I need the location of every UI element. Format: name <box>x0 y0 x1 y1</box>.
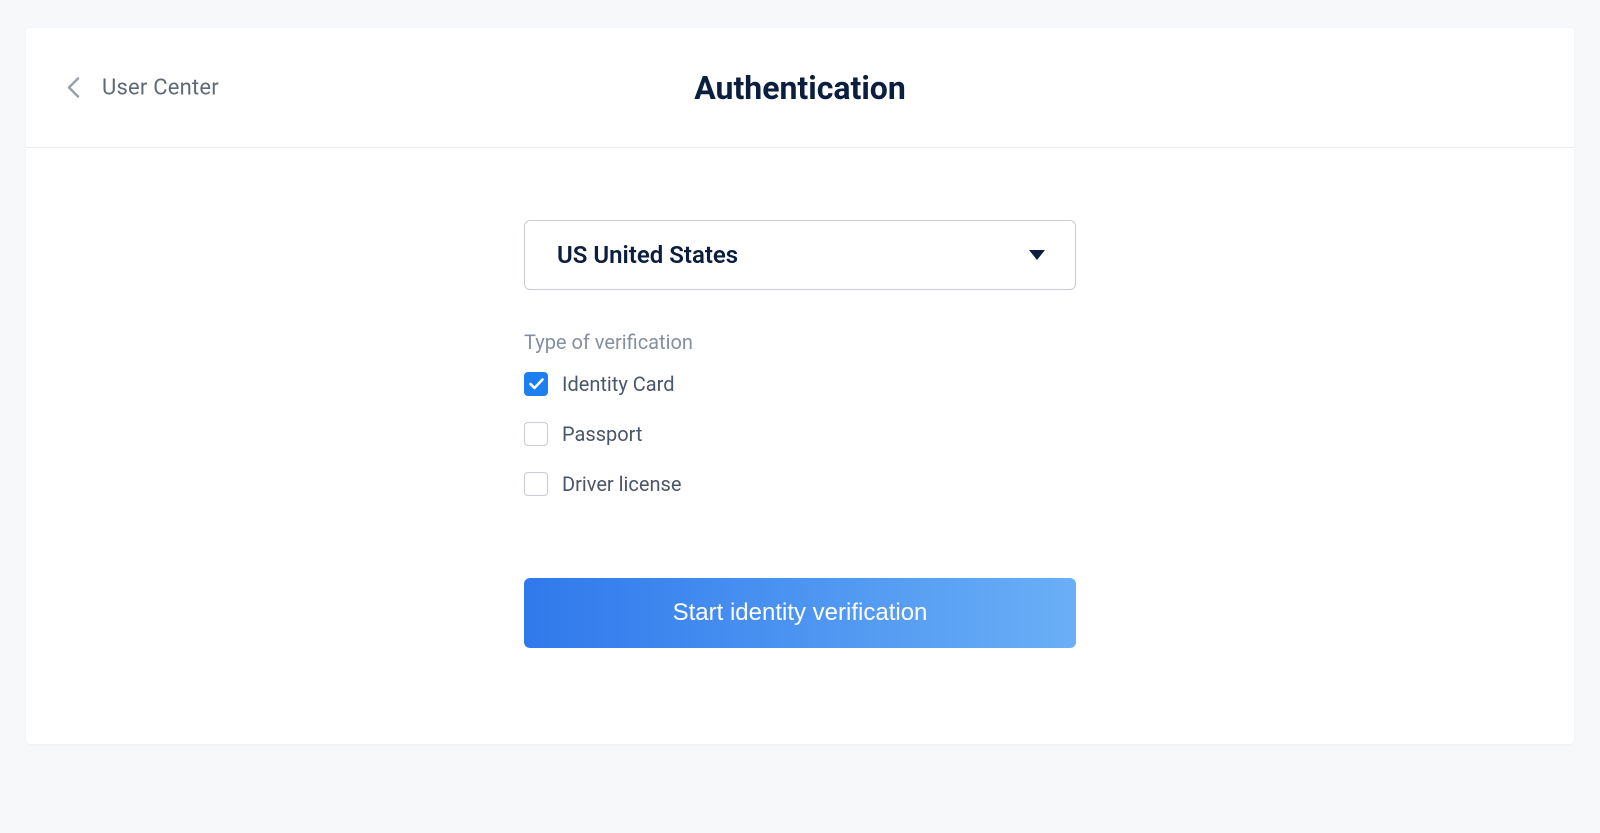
checkbox-identity-card[interactable] <box>524 372 548 396</box>
check-icon <box>529 378 544 390</box>
option-passport[interactable]: Passport <box>524 422 1076 446</box>
page-header: User Center Authentication <box>26 28 1574 148</box>
start-verification-button[interactable]: Start identity verification <box>524 578 1076 648</box>
option-label: Driver license <box>562 472 681 496</box>
option-label: Identity Card <box>562 372 675 396</box>
option-label: Passport <box>562 422 642 446</box>
checkbox-driver-license[interactable] <box>524 472 548 496</box>
page-title: Authentication <box>694 69 906 107</box>
option-driver-license[interactable]: Driver license <box>524 472 1076 496</box>
authentication-form: US United States Type of verification Id… <box>524 220 1076 648</box>
authentication-card: User Center Authentication US United Sta… <box>26 28 1574 744</box>
country-select[interactable]: US United States <box>524 220 1076 290</box>
verification-type-label: Type of verification <box>524 330 1076 354</box>
country-select-value: US United States <box>557 241 738 269</box>
chevron-left-icon <box>66 77 80 99</box>
form-content: US United States Type of verification Id… <box>26 148 1574 744</box>
option-identity-card[interactable]: Identity Card <box>524 372 1076 396</box>
back-button[interactable]: User Center <box>66 75 219 100</box>
caret-down-icon <box>1029 250 1045 260</box>
back-label: User Center <box>102 75 219 100</box>
checkbox-passport[interactable] <box>524 422 548 446</box>
